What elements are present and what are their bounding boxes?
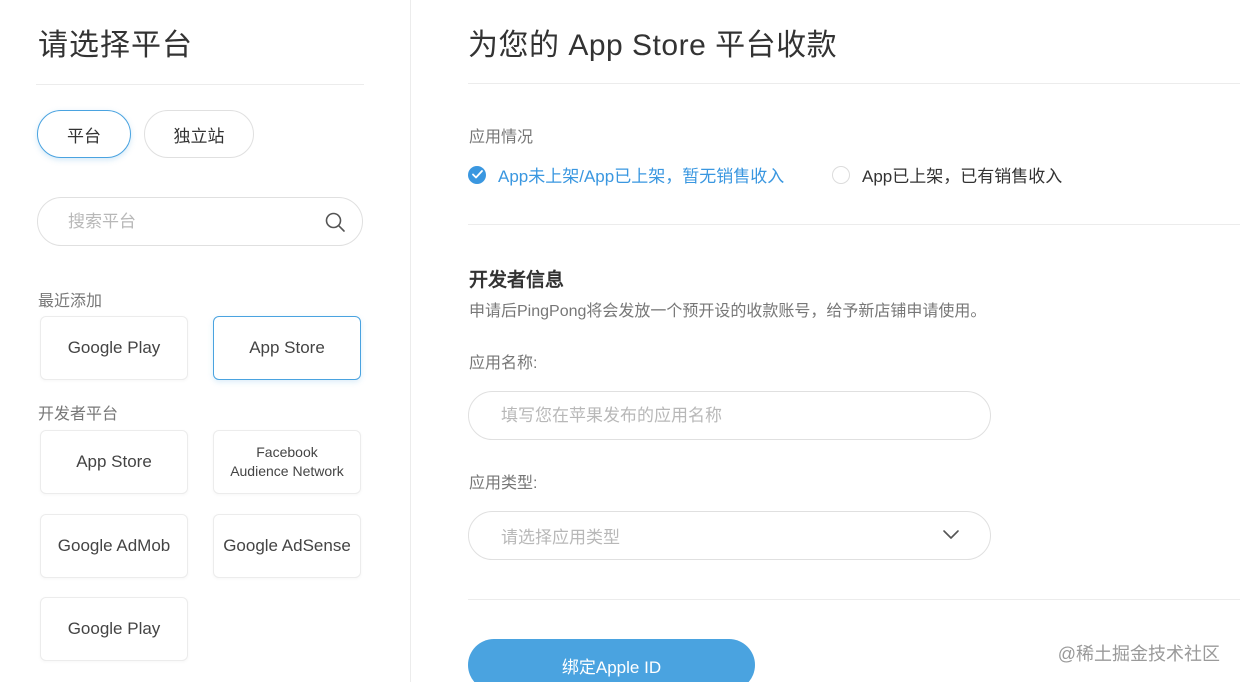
card-label-line1: Facebook — [256, 444, 318, 460]
tab-platform[interactable]: 平台 — [37, 110, 131, 158]
search-input[interactable] — [68, 211, 308, 232]
search-box — [37, 197, 363, 246]
divider — [36, 84, 364, 85]
divider — [468, 83, 1240, 84]
radio-unchecked-icon — [832, 165, 850, 184]
app-type-select[interactable]: 请选择应用类型 — [468, 511, 991, 560]
app-name-input[interactable] — [501, 405, 941, 426]
dev-card-google-play[interactable]: Google Play — [40, 597, 188, 661]
developer-section-label: 开发者平台 — [38, 406, 119, 423]
divider — [468, 224, 1240, 225]
platform-selector-panel: 请选择平台 平台 独立站 最近添加 Google Play App Store … — [0, 0, 411, 682]
watermark: @稀土掘金技术社区 — [1057, 644, 1220, 664]
app-name-field — [468, 391, 991, 440]
developer-info-title: 开发者信息 — [469, 270, 565, 291]
app-name-label: 应用名称: — [469, 355, 538, 372]
bind-apple-id-button[interactable]: 绑定Apple ID — [468, 639, 755, 682]
dev-card-facebook-audience-network[interactable]: Facebook Audience Network — [213, 430, 361, 494]
recent-section-label: 最近添加 — [38, 293, 103, 310]
page-root: 请选择平台 平台 独立站 最近添加 Google Play App Store … — [0, 0, 1240, 682]
panel-title: 请选择平台 — [38, 29, 193, 62]
developer-info-description: 申请后PingPong将会发放一个预开设的收款账号，给予新店铺申请使用。 — [469, 303, 987, 320]
recent-card-app-store[interactable]: App Store — [213, 316, 361, 380]
radio-checked-icon — [468, 165, 486, 184]
card-label-line2: Audience Network — [230, 463, 344, 479]
search-icon[interactable] — [324, 211, 346, 233]
app-status-label: 应用情况 — [469, 129, 534, 146]
radio-option-no-sales[interactable]: App未上架/App已上架，暂无销售收入 — [468, 162, 784, 187]
radio-option-label: App未上架/App已上架，暂无销售收入 — [498, 167, 785, 186]
dev-card-google-admob[interactable]: Google AdMob — [40, 514, 188, 578]
app-type-placeholder: 请选择应用类型 — [501, 528, 620, 547]
recent-card-google-play[interactable]: Google Play — [40, 316, 188, 380]
dev-card-google-adsense[interactable]: Google AdSense — [213, 514, 361, 578]
radio-option-has-sales[interactable]: App已上架，已有销售收入 — [832, 162, 1062, 187]
tab-independent-site[interactable]: 独立站 — [144, 110, 254, 158]
form-title: 为您的 App Store 平台收款 — [468, 29, 838, 62]
chevron-down-icon — [943, 530, 959, 539]
divider — [468, 599, 1240, 600]
dev-card-app-store[interactable]: App Store — [40, 430, 188, 494]
radio-option-label: App已上架，已有销售收入 — [862, 167, 1063, 186]
app-type-label: 应用类型: — [469, 475, 538, 492]
